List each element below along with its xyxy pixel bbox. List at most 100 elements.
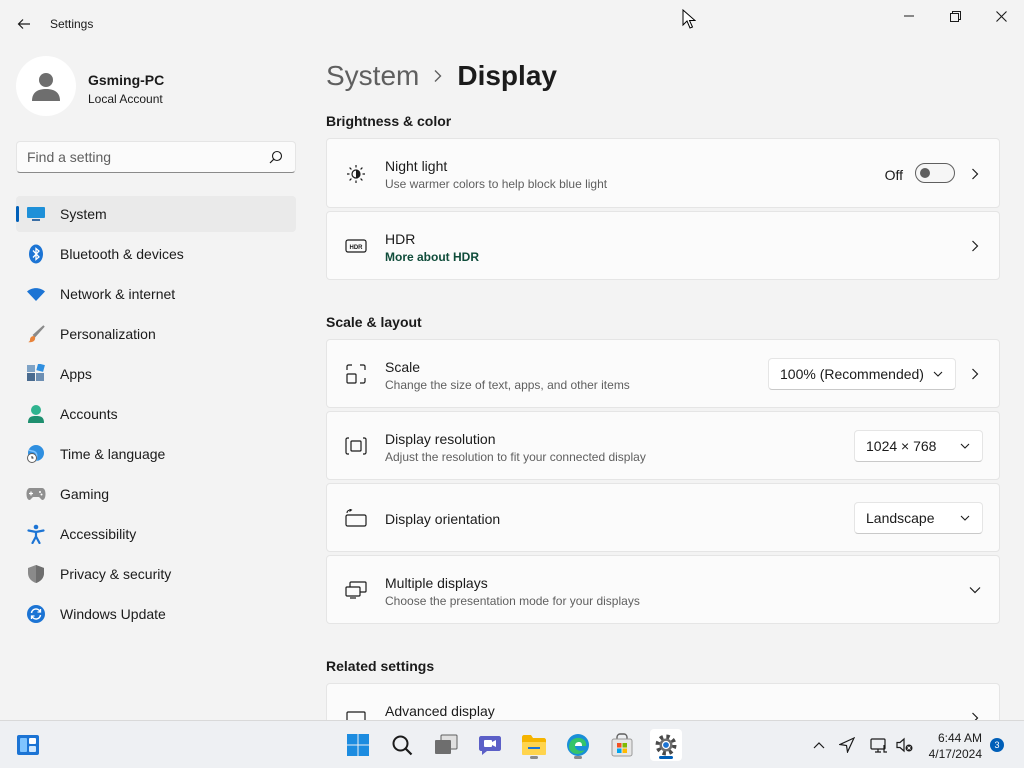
back-button[interactable] [10, 10, 38, 38]
paintbrush-icon [26, 324, 46, 344]
start-button[interactable] [342, 729, 374, 761]
update-icon [26, 604, 46, 624]
accessibility-icon [26, 524, 46, 544]
sidebar-item-bluetooth[interactable]: Bluetooth & devices [16, 236, 296, 272]
night-light-state: Off [884, 167, 903, 183]
scale-icon [345, 363, 367, 385]
teams-chat-button[interactable] [474, 729, 506, 761]
sidebar-item-personalization[interactable]: Personalization [16, 316, 296, 352]
edge-button[interactable] [562, 729, 594, 761]
store-button[interactable] [606, 729, 638, 761]
sidebar-item-privacy-security[interactable]: Privacy & security [16, 556, 296, 592]
chevron-right-icon [969, 168, 981, 180]
gamepad-icon [26, 484, 46, 504]
sidebar-item-label: Windows Update [60, 606, 166, 622]
chevron-down-icon[interactable] [969, 584, 981, 596]
sidebar-item-label: Accounts [60, 406, 118, 422]
night-light-subtitle: Use warmer colors to help block blue lig… [385, 177, 608, 191]
sidebar-item-system[interactable]: System [16, 196, 296, 232]
resolution-icon [345, 435, 367, 457]
scale-dropdown[interactable]: 100% (Recommended) [768, 358, 956, 390]
night-light-toggle[interactable] [915, 163, 955, 183]
main-content: System Display Brightness & color Night … [310, 48, 1024, 720]
accounts-icon [26, 404, 46, 424]
network-tray-button[interactable] [867, 733, 891, 757]
chevron-down-icon [960, 443, 970, 449]
task-view-icon [435, 734, 458, 754]
system-icon [26, 204, 46, 224]
night-light-icon [345, 163, 367, 185]
show-hidden-icons-button[interactable] [807, 733, 831, 757]
volume-tray-button[interactable] [893, 733, 917, 757]
orientation-dropdown-value: Landscape [866, 510, 935, 526]
widgets-button[interactable] [12, 729, 44, 761]
notification-badge[interactable]: 3 [990, 738, 1004, 752]
search-box[interactable] [16, 141, 296, 173]
multiple-displays-subtitle: Choose the presentation mode for your di… [385, 594, 640, 608]
volume-muted-icon [896, 737, 913, 753]
sidebar-item-network[interactable]: Network & internet [16, 276, 296, 312]
search-input[interactable] [17, 149, 257, 165]
sidebar-item-apps[interactable]: Apps [16, 356, 296, 392]
taskbar-search-button[interactable] [386, 729, 418, 761]
teams-icon [479, 736, 501, 755]
apps-icon [26, 364, 46, 384]
sidebar-item-windows-update[interactable]: Windows Update [16, 596, 296, 632]
svg-text:HDR: HDR [350, 245, 364, 251]
night-light-card[interactable]: Night light Use warmer colors to help bl… [326, 138, 1000, 208]
restore-icon [949, 10, 961, 22]
breadcrumb-parent[interactable]: System [326, 60, 419, 92]
sidebar-item-accounts[interactable]: Accounts [16, 396, 296, 432]
file-explorer-button[interactable] [518, 729, 550, 761]
close-button[interactable] [979, 4, 1023, 28]
taskbar-clock[interactable]: 6:44 AM 4/17/2024 [929, 730, 982, 762]
multiple-displays-title: Multiple displays [385, 575, 488, 591]
user-avatar-icon [32, 73, 60, 101]
resolution-dropdown-value: 1024 × 768 [866, 438, 937, 454]
task-view-button[interactable] [430, 729, 462, 761]
sidebar-item-accessibility[interactable]: Accessibility [16, 516, 296, 552]
chevron-right-icon [969, 368, 981, 380]
mouse-cursor-icon [682, 9, 696, 29]
file-explorer-icon [522, 735, 546, 755]
display-resolution-card: Display resolution Adjust the resolution… [326, 411, 1000, 480]
multiple-displays-icon [345, 579, 367, 601]
user-profile[interactable]: Gsming-PC Local Account [16, 56, 296, 120]
search-icon [392, 735, 413, 756]
start-icon [347, 734, 369, 756]
wifi-icon [26, 284, 46, 304]
close-icon [995, 10, 1007, 22]
scale-card[interactable]: Scale Change the size of text, apps, and… [326, 339, 1000, 408]
widgets-icon [17, 735, 39, 755]
bluetooth-icon [26, 244, 46, 264]
advanced-display-card[interactable]: Advanced display [326, 683, 1000, 720]
advanced-display-title: Advanced display [385, 703, 495, 719]
multiple-displays-card[interactable]: Multiple displays Choose the presentatio… [326, 555, 1000, 624]
location-tray-button[interactable] [835, 733, 859, 757]
sidebar-item-label: Apps [60, 366, 92, 382]
clock-time: 6:44 AM [937, 731, 982, 745]
orientation-icon [345, 507, 367, 529]
maximize-button[interactable] [933, 4, 977, 28]
profile-account-type: Local Account [88, 92, 163, 106]
sidebar-item-gaming[interactable]: Gaming [16, 476, 296, 512]
orientation-dropdown[interactable]: Landscape [854, 502, 983, 534]
night-light-title: Night light [385, 158, 448, 174]
settings-icon [655, 734, 677, 756]
scale-dropdown-value: 100% (Recommended) [780, 366, 924, 382]
network-wired-icon [870, 738, 887, 753]
app-title: Settings [50, 17, 94, 31]
sidebar-item-time-language[interactable]: Time & language [16, 436, 296, 472]
search-icon [269, 150, 283, 164]
settings-taskbar-button[interactable] [650, 729, 682, 761]
minimize-icon [904, 15, 914, 17]
globe-clock-icon [26, 444, 46, 464]
avatar [16, 56, 76, 116]
display-resolution-subtitle: Adjust the resolution to fit your connec… [385, 450, 646, 464]
minimize-button[interactable] [887, 4, 931, 28]
more-about-hdr-link[interactable]: More about HDR [385, 250, 479, 264]
page-title: Display [457, 60, 557, 91]
hdr-card[interactable]: HDR HDR More about HDR [326, 211, 1000, 280]
resolution-dropdown[interactable]: 1024 × 768 [854, 430, 983, 462]
display-orientation-title: Display orientation [385, 511, 501, 527]
